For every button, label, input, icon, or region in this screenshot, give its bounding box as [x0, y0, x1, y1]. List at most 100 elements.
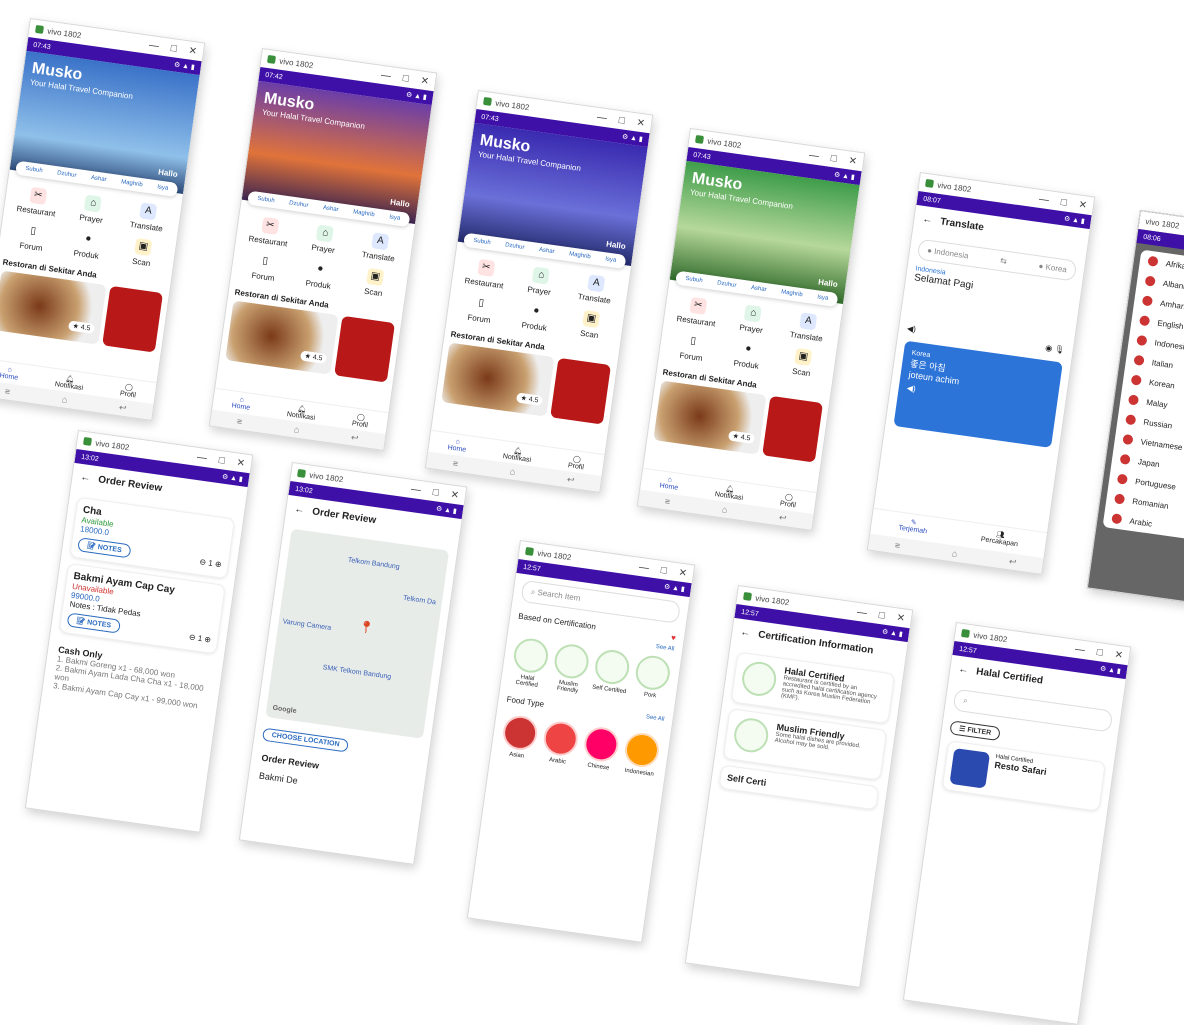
menu-forum[interactable]: ▯ Forum	[5, 220, 60, 255]
close-icon[interactable]: ✕	[420, 75, 430, 87]
menu-nav-icon[interactable]: ≡	[452, 458, 459, 469]
quantity-stepper[interactable]: ⊖ 1 ⊕	[199, 557, 222, 569]
close-icon[interactable]: ✕	[1114, 649, 1124, 661]
menu-translate[interactable]: A Translate	[780, 310, 835, 345]
favorite-icon[interactable]: ♥	[671, 633, 677, 643]
close-icon[interactable]: ✕	[896, 612, 906, 624]
restaurant-card[interactable]	[334, 315, 395, 383]
mic-icon[interactable]: 🎙︎	[1054, 344, 1065, 354]
home-nav-icon[interactable]: ⌂	[61, 394, 68, 405]
tab-notifikasi[interactable]: 🔔︎ Notifikasi	[54, 373, 84, 391]
food-chip[interactable]: Chinese	[580, 725, 621, 772]
menu-scan[interactable]: ▣ Scan	[347, 265, 402, 300]
quantity-stepper[interactable]: ⊖ 1 ⊕	[188, 632, 211, 644]
minimize-icon[interactable]: —	[1038, 193, 1049, 205]
notes-button[interactable]: 📝︎ NOTES	[66, 612, 121, 634]
menu-prayer[interactable]: ⌂ Prayer	[725, 302, 780, 337]
back-arrow-icon[interactable]: ←	[294, 504, 305, 516]
minimize-icon[interactable]: —	[410, 483, 421, 495]
close-icon[interactable]: ✕	[678, 567, 688, 579]
restaurant-card[interactable]: ★ 4.5	[225, 300, 339, 375]
back-arrow-icon[interactable]: ←	[80, 472, 91, 484]
close-icon[interactable]: ✕	[236, 457, 246, 469]
tab-home[interactable]: ⌂ Home	[659, 475, 680, 492]
restaurant-card[interactable]	[102, 285, 163, 353]
home-nav-icon[interactable]: ⌂	[721, 504, 728, 515]
tab-profil[interactable]: ◯ Profil	[567, 454, 585, 472]
minimize-icon[interactable]: —	[1074, 643, 1085, 655]
food-chip[interactable]: Arabic	[540, 719, 581, 766]
tab-home[interactable]: ⌂ Home	[231, 395, 252, 412]
menu-produk[interactable]: ● Produk	[720, 338, 775, 373]
back-nav-icon[interactable]: ↩	[778, 512, 787, 524]
food-chip[interactable]: Indonesian	[621, 730, 662, 778]
minimize-icon[interactable]: —	[638, 561, 649, 573]
restaurant-card[interactable]	[762, 395, 823, 463]
cert-chip[interactable]: Pork	[631, 653, 673, 707]
menu-nav-icon[interactable]: ≡	[236, 416, 243, 427]
camera-mic-icons[interactable]: ◉ 🎙︎	[1045, 343, 1065, 355]
menu-produk[interactable]: ● Produk	[60, 228, 115, 263]
menu-restaurant[interactable]: ✂ Restaurant	[458, 256, 513, 291]
tab-home[interactable]: ⌂ Home	[0, 365, 20, 382]
back-nav-icon[interactable]: ↩	[118, 402, 127, 414]
back-nav-icon[interactable]: ↩	[1008, 556, 1017, 568]
menu-scan[interactable]: ▣ Scan	[115, 235, 170, 270]
maximize-icon[interactable]: □	[170, 42, 178, 54]
close-icon[interactable]: ✕	[848, 155, 858, 167]
home-nav-icon[interactable]: ⌂	[951, 548, 958, 559]
menu-scan[interactable]: ▣ Scan	[563, 307, 618, 342]
menu-produk[interactable]: ● Produk	[292, 258, 347, 293]
menu-prayer[interactable]: ⌂ Prayer	[65, 192, 120, 227]
menu-translate[interactable]: A Translate	[120, 200, 175, 235]
source-language[interactable]: ● Indonesia	[927, 246, 970, 261]
notes-button[interactable]: 📝︎ NOTES	[77, 537, 132, 559]
maximize-icon[interactable]: □	[218, 454, 226, 466]
menu-prayer[interactable]: ⌂ Prayer	[297, 222, 352, 257]
menu-translate[interactable]: A Translate	[568, 272, 623, 307]
minimize-icon[interactable]: —	[196, 451, 207, 463]
minimize-icon[interactable]: —	[808, 149, 819, 161]
menu-produk[interactable]: ● Produk	[508, 300, 563, 335]
home-nav-icon[interactable]: ⌂	[509, 466, 516, 477]
speaker-icon[interactable]: ◀︎)	[907, 324, 917, 334]
minimize-icon[interactable]: —	[148, 39, 159, 51]
menu-forum[interactable]: ▯ Forum	[453, 292, 508, 327]
location-map[interactable]: Telkom Bandung Telkom Da Varung Camera S…	[265, 528, 450, 739]
close-icon[interactable]: ✕	[450, 489, 460, 501]
restaurant-card[interactable]: ★ 4.5	[0, 270, 107, 345]
maximize-icon[interactable]: □	[402, 72, 410, 84]
back-arrow-icon[interactable]: ←	[958, 664, 969, 676]
menu-translate[interactable]: A Translate	[352, 230, 407, 265]
menu-scan[interactable]: ▣ Scan	[775, 345, 830, 380]
menu-restaurant[interactable]: ✂ Restaurant	[10, 184, 65, 219]
maximize-icon[interactable]: □	[1060, 196, 1068, 208]
maximize-icon[interactable]: □	[878, 609, 886, 621]
minimize-icon[interactable]: —	[856, 606, 867, 618]
camera-icon[interactable]: ◉	[1045, 343, 1053, 353]
tab-profil[interactable]: ◯ Profil	[779, 492, 797, 510]
close-icon[interactable]: ✕	[188, 45, 198, 57]
restaurant-card[interactable]: ★ 4.5	[653, 380, 767, 455]
cert-chip[interactable]: Halal Certified	[509, 636, 551, 689]
tab-notifikasi[interactable]: 🔔︎ Notifikasi	[502, 445, 532, 463]
back-arrow-icon[interactable]: ←	[740, 627, 751, 639]
filter-button[interactable]: ☰ FILTER	[949, 720, 1002, 742]
menu-restaurant[interactable]: ✂ Restaurant	[670, 294, 725, 329]
cert-chip[interactable]: Muslim Friendly	[550, 642, 592, 695]
back-nav-icon[interactable]: ↩	[566, 474, 575, 486]
tab-profil[interactable]: ◯ Profil	[119, 382, 137, 400]
close-icon[interactable]: ✕	[636, 117, 646, 129]
maximize-icon[interactable]: □	[618, 114, 626, 126]
menu-nav-icon[interactable]: ≡	[894, 540, 901, 551]
maximize-icon[interactable]: □	[830, 152, 838, 164]
restaurant-card[interactable]	[550, 357, 611, 425]
menu-prayer[interactable]: ⌂ Prayer	[513, 264, 568, 299]
tab-percakapan[interactable]: 👥︎ Percakapan	[980, 528, 1019, 548]
menu-nav-icon[interactable]: ≡	[664, 496, 671, 507]
tab-terjemah[interactable]: ✎ Terjemah	[898, 517, 929, 535]
target-language[interactable]: ● Korea	[1038, 261, 1067, 274]
tab-notifikasi[interactable]: 🔔︎ Notifikasi	[714, 483, 744, 501]
maximize-icon[interactable]: □	[432, 486, 440, 498]
food-chip[interactable]: Asian	[499, 713, 540, 761]
